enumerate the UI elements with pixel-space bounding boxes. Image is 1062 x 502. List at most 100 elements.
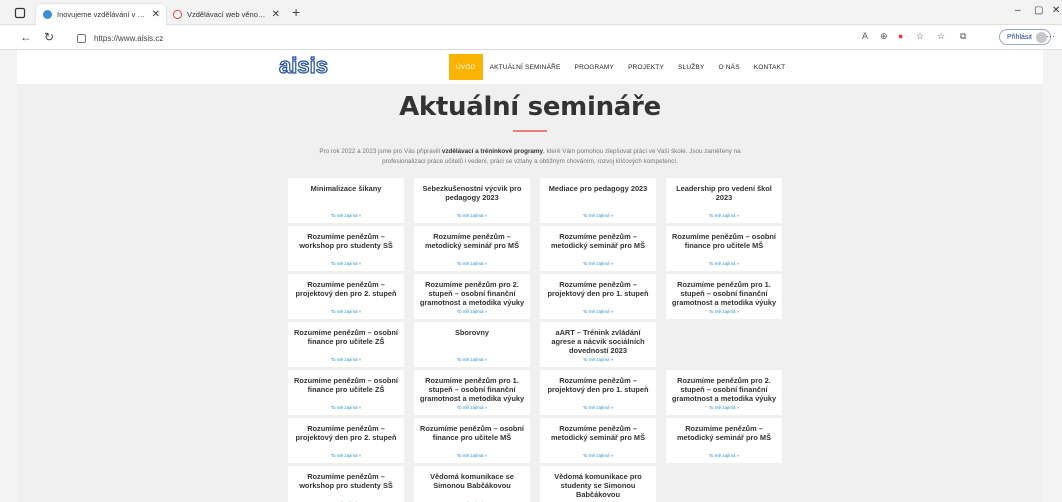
seminar-link[interactable]: To mě zajímá » [288, 405, 404, 410]
seminar-title: Rozumíme penězům – workshop pro studenty… [299, 232, 393, 250]
url-text: https://www.aisis.cz [94, 33, 164, 43]
favorite-star-icon[interactable]: ☆ [916, 31, 924, 42]
seminar-card[interactable]: Rozumíme penězům pro 2. stupeň – osobní … [414, 274, 530, 319]
new-tab-button[interactable]: + [292, 4, 300, 20]
seminar-link[interactable]: To mě zajímá » [540, 405, 656, 410]
seminar-link[interactable]: To mě zajímá » [288, 309, 404, 314]
minimize-button[interactable]: – [1015, 5, 1021, 16]
seminar-card[interactable]: Rozumíme penězům – osobní finance pro uč… [288, 370, 404, 415]
seminar-card[interactable]: Rozumíme penězům – workshop pro studenty… [288, 466, 404, 502]
site-header: aisis ÚVOD AKTUÁLNÍ SEMINÁŘE PROGRAMY PR… [17, 50, 1043, 84]
seminar-card[interactable]: Rozumíme penězům – metodický seminář pro… [540, 418, 656, 463]
seminar-card[interactable]: Vědomá komunikace pro studenty se Simono… [540, 466, 656, 502]
seminar-link[interactable]: To mě zajímá » [666, 213, 782, 218]
seminar-card[interactable]: Rozumíme penězům – metodický seminář pro… [414, 226, 530, 271]
zoom-icon[interactable]: ⊕ [880, 31, 888, 42]
seminar-card[interactable]: Rozumíme penězům – projektový den pro 1.… [540, 370, 656, 415]
tab-favicon-icon [43, 10, 52, 19]
more-menu-icon[interactable]: ··· [1046, 31, 1055, 41]
menu-item-o-nas[interactable]: O NÁS [712, 54, 747, 80]
seminar-title: Rozumíme penězům pro 2. stupeň – osobní … [671, 376, 777, 403]
seminar-card[interactable]: Vědomá komunikace se Simonou BabčákovouT… [414, 466, 530, 502]
empty-cell [666, 322, 782, 367]
seminar-card[interactable]: Rozumíme penězům – projektový den pro 1.… [540, 274, 656, 319]
menu-item-programy[interactable]: PROGRAMY [568, 54, 622, 80]
restore-button[interactable]: ▢ [1034, 5, 1043, 16]
menu-item-projekty[interactable]: PROJEKTY [621, 54, 671, 80]
browser-tab-aisis[interactable]: Inovujeme vzdělávání v České re ✕ [36, 4, 166, 25]
seminar-card[interactable]: Rozumíme penězům – osobní finance pro uč… [288, 322, 404, 367]
seminar-title: Rozumíme penězům pro 1. stupeň – osobní … [671, 280, 777, 307]
seminar-card[interactable]: Rozumíme penězům – osobní finance pro uč… [414, 418, 530, 463]
seminar-card[interactable]: Rozumíme penězům – projektový den pro 2.… [288, 274, 404, 319]
seminar-title: Rozumíme penězům pro 2. stupeň – osobní … [419, 280, 525, 307]
collections-icon[interactable]: ⧉ [960, 31, 966, 42]
intro-text: Pro rok 2022 a 2023 jsme pro Vás připrav… [319, 148, 741, 165]
seminar-grid: Minimalizace šikany To mě zajímá » Sebezku… [288, 178, 782, 502]
seminar-link[interactable]: To mě zajímá » [666, 453, 782, 458]
menu-item-aktualni-seminare[interactable]: AKTUÁLNÍ SEMINÁŘE [483, 54, 568, 80]
seminar-link[interactable]: To mě zajímá » [414, 453, 530, 458]
seminar-link[interactable]: To mě zajímá » [288, 213, 404, 218]
seminar-card[interactable]: Minimalizace šikany To mě zajímá » [288, 178, 404, 223]
close-tab-icon[interactable]: ✕ [152, 9, 160, 20]
browser-tab-finance[interactable]: Vzdělávací web věnovaný financ ✕ [166, 4, 286, 25]
seminar-link[interactable]: To mě zajímá » [414, 357, 530, 362]
seminar-title: Rozumíme penězům pro 1. stupeň – osobní … [419, 376, 525, 403]
seminar-title: Rozumíme penězům – osobní finance pro uč… [294, 328, 398, 346]
close-tab-icon[interactable]: ✕ [272, 9, 280, 20]
menu-item-kontakt[interactable]: KONTAKT [747, 54, 793, 80]
tab-title: Vzdělávací web věnovaný financ [187, 10, 268, 19]
seminar-card[interactable]: Rozumíme penězům – projektový den pro 2.… [288, 418, 404, 463]
tab-actions-icon[interactable] [14, 6, 26, 19]
back-arrow-icon[interactable]: ← [20, 30, 32, 44]
seminar-card[interactable]: Rozumíme penězům pro 2. stupeň – osobní … [666, 370, 782, 415]
address-bar[interactable]: https://www.aisis.cz [75, 29, 855, 47]
seminar-title: Rozumíme penězům – osobní finance pro uč… [420, 424, 524, 442]
tab-favicon-icon [173, 10, 182, 19]
seminar-title: Rozumíme penězům – metodický seminář pro… [424, 232, 520, 250]
close-window-button[interactable]: ✕ [1052, 5, 1060, 16]
signin-button[interactable]: Přihlásit [999, 29, 1051, 45]
extension-icon[interactable]: ● [898, 31, 903, 41]
logo-text: aisis [279, 55, 328, 77]
seminar-card[interactable]: Sborovny To mě zajímá » [414, 322, 530, 367]
seminar-link[interactable]: To mě zajímá » [288, 453, 404, 458]
seminar-link[interactable]: To mě zajímá » [540, 309, 656, 314]
seminar-card[interactable]: Rozumíme penězům pro 1. stupeň – osobní … [414, 370, 530, 415]
seminar-link[interactable]: To mě zajímá » [414, 309, 530, 314]
seminar-link[interactable]: To mě zajímá » [666, 309, 782, 314]
menu-item-uvod[interactable]: ÚVOD [449, 54, 483, 80]
seminar-card[interactable]: Rozumíme penězům – metodický seminář pro… [666, 418, 782, 463]
seminar-link[interactable]: To mě zajímá » [288, 261, 404, 266]
seminar-link[interactable]: To mě zajímá » [540, 453, 656, 458]
seminar-card[interactable]: Mediace pro pedagogy 2023 To mě zajímá » [540, 178, 656, 223]
seminar-title: Vědomá komunikace pro studenty se Simono… [554, 472, 642, 499]
seminar-card[interactable]: Rozumíme penězům pro 1. stupeň – osobní … [666, 274, 782, 319]
seminar-link[interactable]: To mě zajímá » [666, 405, 782, 410]
menu-item-sluzby[interactable]: SLUŽBY [671, 54, 712, 80]
seminar-card[interactable]: Leadership pro vedení škol 2023 To mě zaj… [666, 178, 782, 223]
seminar-link[interactable]: To mě zajímá » [414, 405, 530, 410]
seminar-link[interactable]: To mě zajímá » [414, 213, 530, 218]
signin-label: Přihlásit [1007, 33, 1032, 41]
main-menu: ÚVOD AKTUÁLNÍ SEMINÁŘE PROGRAMY PROJEKTY… [449, 54, 792, 80]
favorites-icon[interactable]: ☆ [937, 31, 945, 42]
seminar-card[interactable]: Sebezkušenostní výcvik pro pedagogy 2023… [414, 178, 530, 223]
refresh-icon[interactable]: ↻ [44, 30, 54, 44]
seminar-card[interactable]: Rozumíme penězům – workshop pro studenty… [288, 226, 404, 271]
seminar-card[interactable]: Rozumíme penězům – osobní finance pro uč… [666, 226, 782, 271]
seminar-title: Rozumíme penězům – workshop pro studenty… [299, 472, 393, 490]
read-aloud-icon[interactable]: A [862, 31, 868, 41]
seminar-title: Sebezkušenostní výcvik pro pedagogy 2023 [422, 184, 522, 202]
seminar-link[interactable]: To mě zajímá » [414, 261, 530, 266]
seminar-link[interactable]: To mě zajímá » [666, 261, 782, 266]
seminar-link[interactable]: To mě zajímá » [540, 357, 656, 362]
aisis-logo[interactable]: aisis [278, 52, 339, 82]
seminar-card[interactable]: aART – Trénink zvládání agrese a nácvik … [540, 322, 656, 367]
seminar-link[interactable]: To mě zajímá » [540, 213, 656, 218]
seminar-link[interactable]: To mě zajímá » [288, 357, 404, 362]
web-page: aisis ÚVOD AKTUÁLNÍ SEMINÁŘE PROGRAMY PR… [17, 50, 1043, 502]
seminar-link[interactable]: To mě zajímá » [540, 261, 656, 266]
seminar-card[interactable]: Rozumíme penězům – metodický seminář pro… [540, 226, 656, 271]
